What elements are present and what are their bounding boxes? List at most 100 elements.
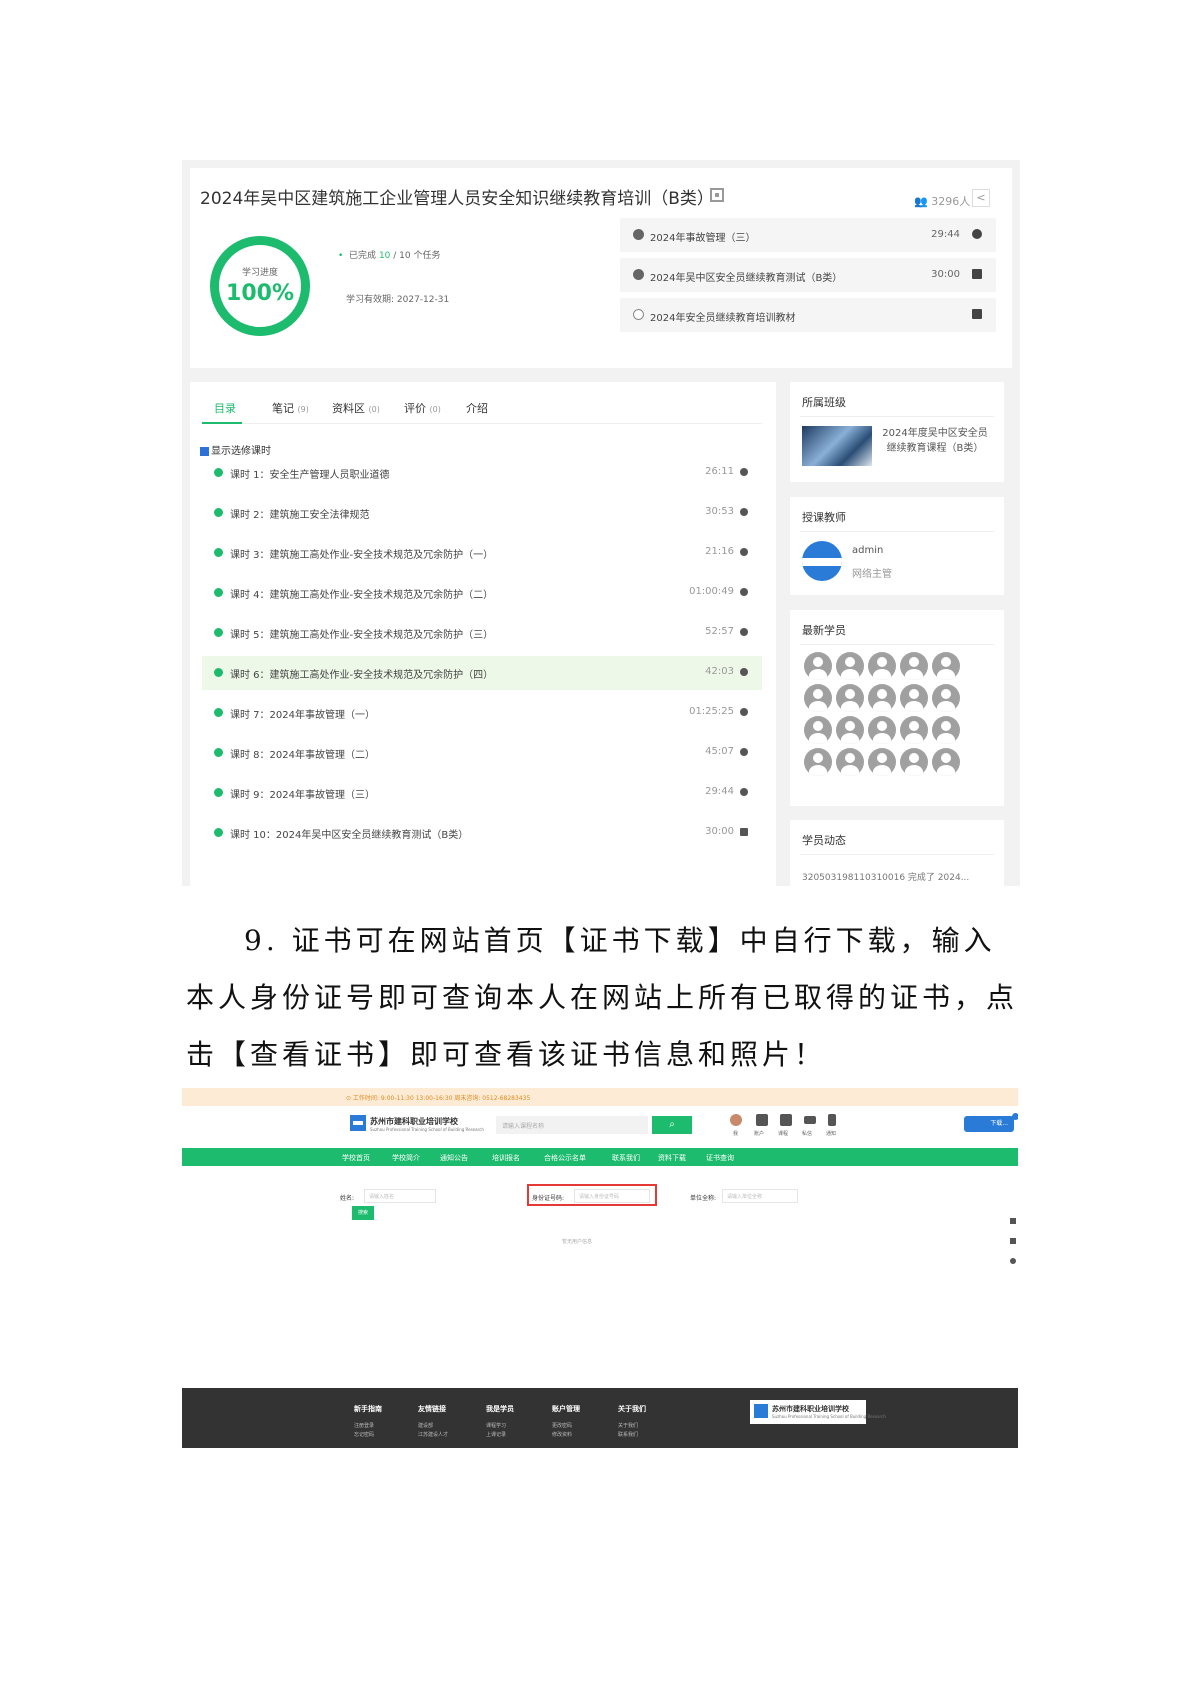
nav-item-download[interactable]: 资料下载 xyxy=(658,1153,686,1163)
message-icon[interactable] xyxy=(804,1116,816,1124)
lesson-row[interactable]: 课时 1：安全生产管理人员职业道德 26:11 xyxy=(202,456,762,490)
student-avatar[interactable] xyxy=(900,716,928,744)
id-input[interactable]: 请输入身份证号码 xyxy=(574,1189,650,1203)
teacher-name[interactable]: admin xyxy=(852,545,883,556)
nav-item-qualified[interactable]: 合格公示名单 xyxy=(544,1153,586,1163)
check-icon xyxy=(214,748,223,757)
lesson-row[interactable]: 课时 10：2024年吴中区安全员继续教育测试（B类） 30:00 xyxy=(202,816,762,850)
student-count: 👥 3296人 xyxy=(914,195,971,208)
student-avatar[interactable] xyxy=(932,716,960,744)
play-icon[interactable] xyxy=(740,708,748,716)
play-icon[interactable] xyxy=(740,468,748,476)
nav-item-signup[interactable]: 培训报名 xyxy=(492,1153,520,1163)
footer-link[interactable]: 上课记录 xyxy=(486,1431,506,1438)
play-icon[interactable] xyxy=(740,748,748,756)
nav-item-contact[interactable]: 联系我们 xyxy=(612,1153,640,1163)
exam-icon[interactable] xyxy=(740,828,748,836)
tab-reviews[interactable]: 评价 (0) xyxy=(404,400,441,416)
footer-link[interactable]: 联系我们 xyxy=(618,1431,638,1438)
class-name[interactable]: 2024年度吴中区安全员继续教育课程（B类） xyxy=(880,426,990,456)
lesson-row[interactable]: 课时 5：建筑施工高处作业-安全技术规范及冗余防护（三） 52:57 xyxy=(202,616,762,650)
footer-link[interactable]: 课程学习 xyxy=(486,1422,506,1429)
lesson-row[interactable]: 课时 9：2024年事故管理（三） 29:44 xyxy=(202,776,762,810)
book-icon[interactable] xyxy=(1010,1238,1016,1244)
recent-task[interactable]: 2024年安全员继续教育培训教材 xyxy=(620,298,996,332)
show-optional-toggle[interactable]: 显示选修课时 xyxy=(200,442,271,457)
lesson-row[interactable]: 课时 6：建筑施工高处作业-安全技术规范及冗余防护（四） 42:03 xyxy=(202,656,762,690)
play-icon[interactable] xyxy=(740,548,748,556)
student-avatar[interactable] xyxy=(900,684,928,712)
student-avatar[interactable] xyxy=(868,748,896,776)
lesson-row[interactable]: 课时 8：2024年事故管理（二） 45:07 xyxy=(202,736,762,770)
play-icon[interactable] xyxy=(740,788,748,796)
class-image[interactable] xyxy=(802,426,872,466)
exam-icon[interactable] xyxy=(972,269,982,279)
user-icon[interactable] xyxy=(1010,1258,1016,1264)
play-icon[interactable] xyxy=(740,668,748,676)
student-avatar[interactable] xyxy=(900,748,928,776)
search-input[interactable]: 请输入课程名称 xyxy=(496,1116,648,1134)
footer-link[interactable]: 建设部 xyxy=(418,1422,433,1429)
tab-catalog[interactable]: 目录 xyxy=(214,400,236,416)
nav-item-notice[interactable]: 通知公告 xyxy=(440,1153,468,1163)
course-icon[interactable] xyxy=(780,1114,792,1126)
tab-materials[interactable]: 资料区 (0) xyxy=(332,400,380,416)
footer-link[interactable]: 关于我们 xyxy=(618,1422,638,1429)
footer-link[interactable]: 修改资料 xyxy=(552,1431,572,1438)
notification-icon[interactable] xyxy=(828,1114,836,1126)
student-avatar[interactable] xyxy=(804,684,832,712)
lesson-row[interactable]: 课时 2：建筑施工安全法律规范 30:53 xyxy=(202,496,762,530)
teacher-avatar[interactable] xyxy=(802,541,842,581)
footer-link[interactable]: 更改密码 xyxy=(552,1422,572,1429)
lesson-row[interactable]: 课时 4：建筑施工高处作业-安全技术规范及冗余防护（二） 01:00:49 xyxy=(202,576,762,610)
footer-link[interactable]: 注册登录 xyxy=(354,1422,374,1429)
play-icon[interactable] xyxy=(972,229,982,239)
play-icon[interactable] xyxy=(740,508,748,516)
student-avatar[interactable] xyxy=(836,652,864,680)
school-logo-icon[interactable] xyxy=(350,1115,366,1131)
school-name[interactable]: 苏州市建科职业培训学校 xyxy=(370,1116,458,1127)
search-button[interactable]: ⌕ xyxy=(652,1116,692,1134)
qrcode-icon[interactable] xyxy=(710,188,724,202)
nav-item-certificate[interactable]: 证书查询 xyxy=(706,1153,734,1163)
student-avatar[interactable] xyxy=(836,716,864,744)
nav-item-intro[interactable]: 学校简介 xyxy=(392,1153,420,1163)
student-avatar[interactable] xyxy=(804,716,832,744)
tab-intro[interactable]: 介绍 xyxy=(466,400,488,416)
play-icon[interactable] xyxy=(740,588,748,596)
student-avatar[interactable] xyxy=(900,652,928,680)
account-icon[interactable] xyxy=(756,1114,768,1126)
student-avatar[interactable] xyxy=(836,684,864,712)
student-avatar[interactable] xyxy=(932,652,960,680)
play-icon[interactable] xyxy=(740,628,748,636)
student-avatar[interactable] xyxy=(804,652,832,680)
check-icon xyxy=(214,588,223,597)
student-avatar[interactable] xyxy=(804,748,832,776)
student-avatar[interactable] xyxy=(868,652,896,680)
footer-link[interactable]: 江苏建设人才 xyxy=(418,1431,448,1438)
student-avatar[interactable] xyxy=(868,716,896,744)
tab-notes[interactable]: 笔记 (9) xyxy=(272,400,309,416)
share-icon[interactable]: < xyxy=(972,189,990,207)
footer-link[interactable]: 忘记密码 xyxy=(354,1431,374,1438)
progress-ring: 学习进度 100% xyxy=(210,236,310,336)
checkbox-icon[interactable] xyxy=(200,446,209,456)
user-avatar-icon[interactable] xyxy=(730,1114,742,1126)
student-avatar[interactable] xyxy=(836,748,864,776)
nav-item-home[interactable]: 学校首页 xyxy=(342,1153,370,1163)
name-input[interactable]: 请输入姓名 xyxy=(364,1189,436,1203)
badge-icon xyxy=(1012,1113,1018,1120)
document-icon[interactable] xyxy=(972,309,982,319)
unit-input[interactable]: 请输入单位全称 xyxy=(722,1189,798,1203)
recent-task[interactable]: 2024年事故管理（三） 29:44 xyxy=(620,218,996,252)
student-avatar[interactable] xyxy=(932,748,960,776)
edit-icon[interactable] xyxy=(1010,1218,1016,1224)
student-avatar[interactable] xyxy=(932,684,960,712)
download-button[interactable]: 下载... xyxy=(964,1116,1014,1132)
lesson-row[interactable]: 课时 3：建筑施工高处作业-安全技术规范及冗余防护（一） 21:16 xyxy=(202,536,762,570)
recent-task[interactable]: 2024年吴中区安全员继续教育测试（B类） 30:00 xyxy=(620,258,996,292)
lesson-row[interactable]: 课时 7：2024年事故管理（一） 01:25:25 xyxy=(202,696,762,730)
footer-logo[interactable]: 苏州市建科职业培训学校 Suzhou Professional Training… xyxy=(750,1400,886,1424)
student-avatar[interactable] xyxy=(868,684,896,712)
query-button[interactable]: 搜索 xyxy=(352,1206,374,1220)
